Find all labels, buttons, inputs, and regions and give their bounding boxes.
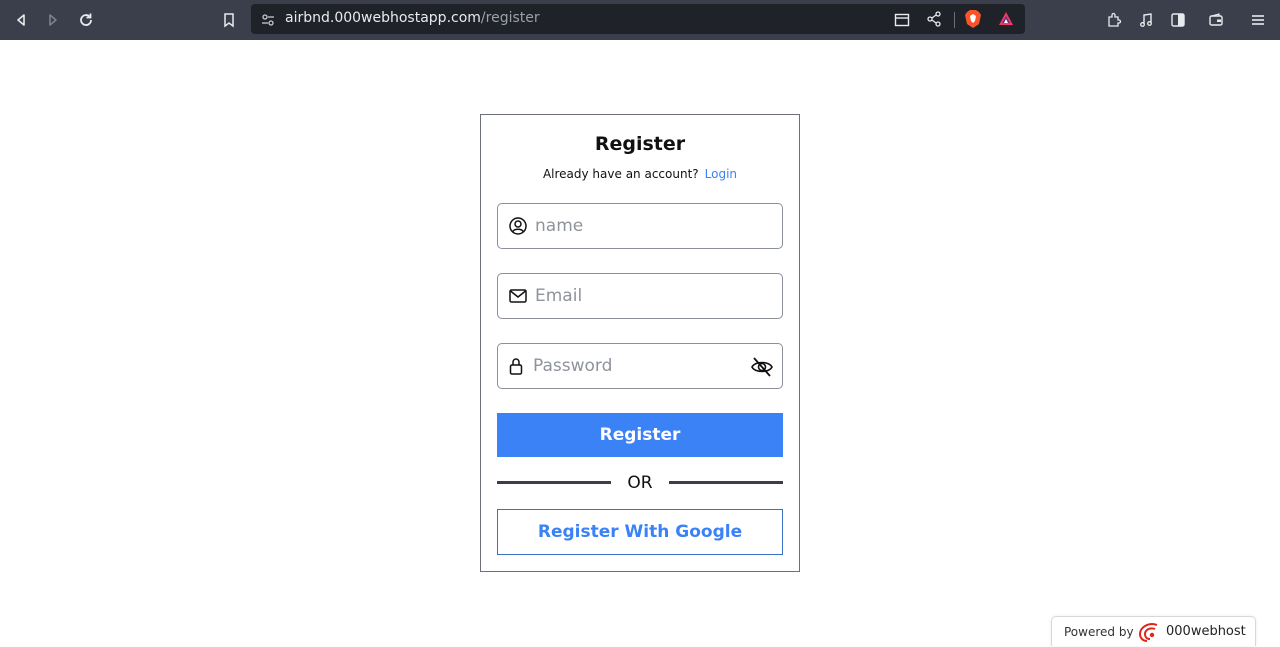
000webhost-logo-icon bbox=[1137, 621, 1161, 643]
back-icon[interactable] bbox=[9, 8, 33, 32]
bookmark-icon[interactable] bbox=[217, 8, 241, 32]
forward-icon[interactable] bbox=[41, 8, 65, 32]
page-title: Register bbox=[594, 133, 686, 155]
have-account-text: Already have an account? bbox=[542, 167, 699, 181]
powered-by-text: Powered by bbox=[1064, 625, 1134, 639]
register-with-google-button[interactable]: Register With Google bbox=[497, 509, 783, 555]
login-link[interactable]: Login bbox=[705, 167, 737, 181]
extensions-icon[interactable] bbox=[1102, 8, 1126, 32]
brave-rewards-icon[interactable] bbox=[997, 10, 1015, 32]
url-host: airbnd.000webhostapp.com bbox=[285, 10, 481, 26]
password-input[interactable] bbox=[533, 352, 733, 380]
brand-name: 000webhost bbox=[1166, 624, 1246, 639]
mail-icon bbox=[508, 286, 528, 306]
url-divider bbox=[954, 12, 955, 28]
browser-toolbar: airbnd.000webhostapp.com/register bbox=[0, 0, 1280, 40]
reader-mode-icon[interactable] bbox=[894, 12, 910, 31]
register-button[interactable]: Register bbox=[497, 413, 783, 457]
share-icon[interactable] bbox=[926, 11, 942, 31]
user-icon bbox=[508, 216, 528, 236]
media-icon[interactable] bbox=[1134, 8, 1158, 32]
url-path: /register bbox=[480, 10, 540, 26]
url-text[interactable]: airbnd.000webhostapp.com/register bbox=[285, 10, 540, 26]
or-divider-right bbox=[669, 481, 783, 484]
eye-off-icon[interactable] bbox=[750, 356, 774, 378]
email-field[interactable] bbox=[497, 273, 783, 319]
reload-icon[interactable] bbox=[74, 8, 98, 32]
brave-shields-icon[interactable] bbox=[964, 9, 982, 33]
lock-icon bbox=[506, 356, 526, 376]
wallet-icon[interactable] bbox=[1204, 8, 1228, 32]
name-input[interactable] bbox=[535, 212, 735, 240]
name-field[interactable] bbox=[497, 203, 783, 249]
password-field[interactable] bbox=[497, 343, 783, 389]
sidebar-icon[interactable] bbox=[1166, 8, 1190, 32]
address-bar[interactable]: airbnd.000webhostapp.com/register bbox=[251, 4, 1025, 34]
email-input[interactable] bbox=[535, 282, 735, 310]
powered-by-badge[interactable]: Powered by 000webhost bbox=[1051, 616, 1256, 646]
login-prompt: Already have an account? Login bbox=[481, 167, 799, 181]
site-settings-icon[interactable] bbox=[261, 12, 275, 31]
menu-icon[interactable] bbox=[1246, 8, 1270, 32]
register-card: Register Already have an account? Login R… bbox=[480, 114, 800, 572]
